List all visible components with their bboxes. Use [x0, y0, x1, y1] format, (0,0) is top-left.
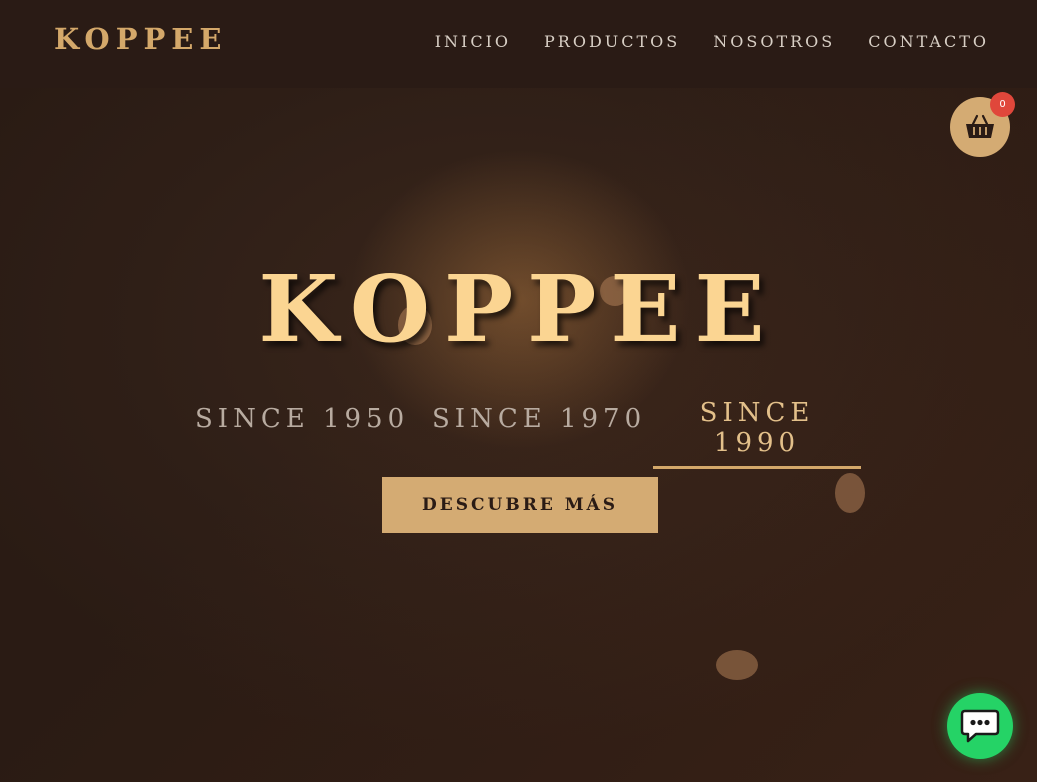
nav-link-nosotros[interactable]: NOSOTROS [713, 32, 835, 51]
chat-button[interactable] [947, 693, 1013, 759]
hero-title: KOPPEE [258, 255, 779, 363]
chat-bubble-icon [960, 709, 1000, 743]
since-tab-1990-active[interactable]: SINCE 1990 [653, 398, 861, 469]
hero-section: KOPPEE SINCE 1950 SINCE 1970 SINCE 1990 … [0, 0, 1037, 782]
coffee-bean-decoration [716, 650, 758, 680]
cart-count-badge: 0 [990, 92, 1015, 117]
since-tab-1970[interactable]: SINCE 1970 [432, 404, 646, 434]
shopping-basket-icon [966, 114, 994, 138]
coffee-bean-decoration [835, 473, 865, 513]
nav-link-contacto[interactable]: CONTACTO [868, 32, 989, 51]
since-tab-1950[interactable]: SINCE 1950 [195, 404, 409, 434]
discover-more-button[interactable]: DESCUBRE MÁS [382, 477, 658, 533]
nav-link-productos[interactable]: PRODUCTOS [544, 32, 680, 51]
main-nav: INICIO PRODUCTOS NOSOTROS CONTACTO [435, 32, 989, 51]
nav-link-inicio[interactable]: INICIO [435, 32, 511, 51]
brand-logo[interactable]: KOPPEE [54, 22, 228, 56]
top-navbar: KOPPEE INICIO PRODUCTOS NOSOTROS CONTACT… [0, 0, 1037, 88]
